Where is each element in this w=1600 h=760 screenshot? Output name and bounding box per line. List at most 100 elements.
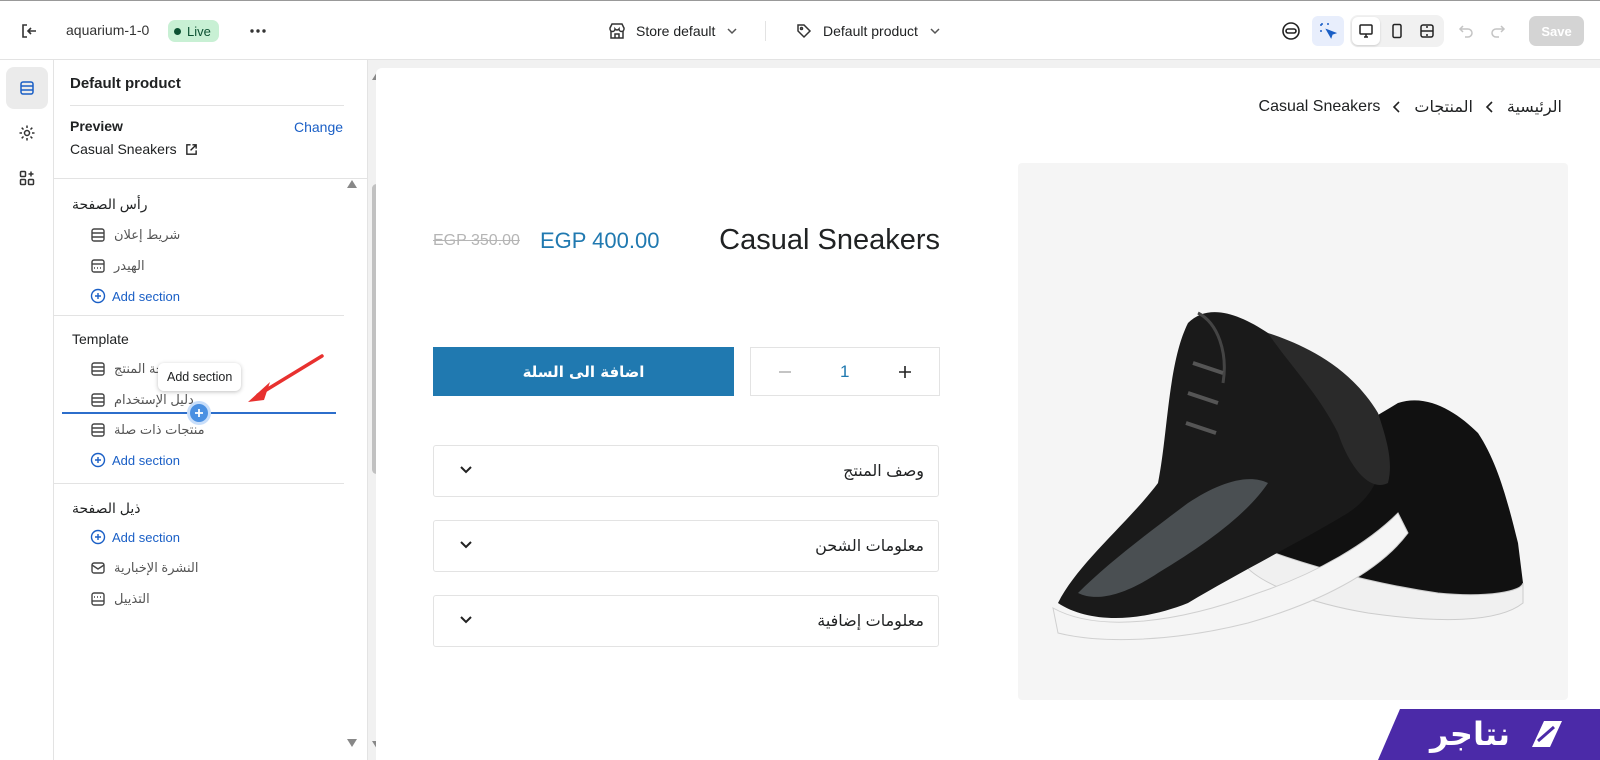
- add-section-button[interactable]: Add section: [90, 448, 180, 472]
- undo-icon[interactable]: [1456, 21, 1476, 41]
- section-item[interactable]: منتجات ذات صلة: [90, 418, 205, 442]
- store-select[interactable]: Store default: [608, 19, 739, 43]
- preview-label: Preview: [70, 118, 123, 134]
- live-label: Live: [187, 23, 211, 39]
- section-item-label: دليل الإستخدام: [114, 392, 194, 407]
- section-item-label: الهيدر: [114, 258, 145, 273]
- plus-circle-icon: [90, 288, 106, 304]
- template-group-title: Template: [72, 331, 129, 347]
- panel-scrollbar[interactable]: [346, 180, 358, 747]
- topbar-separator: [765, 21, 766, 41]
- section-item[interactable]: دليل الإستخدام: [90, 388, 194, 412]
- accordion-title: معلومات الشحن: [815, 538, 924, 555]
- section-item-label: النشرة الإخبارية: [114, 560, 199, 575]
- scroll-up-arrow-icon: [347, 180, 357, 188]
- store-icon: [608, 22, 626, 40]
- external-link-icon: [185, 142, 199, 156]
- section-item[interactable]: شريط إعلان: [90, 223, 180, 247]
- chevron-left-icon: [1390, 100, 1404, 114]
- redo-icon[interactable]: [1488, 21, 1508, 41]
- store-name: aquarium-1-0: [66, 22, 150, 38]
- accordion-title: وصف المنتج: [843, 463, 924, 480]
- sneaker-image-icon: [1052, 311, 1524, 641]
- exit-icon[interactable]: [18, 20, 40, 42]
- fullscreen-view-icon[interactable]: [1413, 17, 1441, 45]
- product-title: Casual Sneakers: [719, 224, 940, 256]
- add-section-button[interactable]: Add section: [90, 525, 180, 549]
- quantity-value[interactable]: 1: [840, 362, 849, 382]
- chevron-down-icon: [456, 610, 476, 630]
- sections-icon[interactable]: [6, 67, 48, 109]
- annotation-arrow: [248, 354, 324, 402]
- section-icon: [90, 422, 106, 438]
- chevron-down-icon: [456, 460, 476, 480]
- section-item[interactable]: التذييل: [90, 587, 150, 611]
- plus-icon[interactable]: [895, 362, 915, 382]
- newsletter-icon: [90, 560, 106, 576]
- settings-gear-icon[interactable]: [6, 112, 48, 154]
- ai-assistant-icon[interactable]: [1280, 20, 1302, 42]
- desktop-view-icon[interactable]: [1352, 17, 1380, 45]
- inspector-icon[interactable]: [1312, 16, 1344, 46]
- template-select[interactable]: Default product: [795, 19, 942, 43]
- scroll-down-arrow-icon: [347, 739, 357, 747]
- tag-icon: [795, 22, 813, 40]
- add-section-button[interactable]: Add section: [90, 284, 180, 308]
- template-select-label: Default product: [823, 23, 918, 39]
- plus-circle-icon: [90, 452, 106, 468]
- divider: [70, 105, 344, 106]
- divider: [54, 315, 344, 316]
- brand-logo-icon: [1530, 719, 1564, 749]
- minus-icon[interactable]: [775, 362, 795, 382]
- store-select-label: Store default: [636, 23, 716, 39]
- live-badge: Live: [168, 20, 219, 42]
- chevron-down-icon: [725, 24, 739, 38]
- section-item-label: منتجات ذات صلة: [114, 422, 205, 437]
- section-item[interactable]: الهيدر: [90, 254, 145, 278]
- section-item[interactable]: النشرة الإخبارية: [90, 556, 199, 580]
- insert-section-plus-icon[interactable]: [190, 404, 208, 422]
- divider: [54, 178, 368, 179]
- live-dot-icon: [174, 27, 181, 35]
- plus-circle-icon: [90, 529, 106, 545]
- left-rail: [0, 60, 54, 760]
- section-item-label: التذييل: [114, 591, 150, 606]
- chevron-down-icon: [928, 24, 942, 38]
- mobile-view-icon[interactable]: [1383, 17, 1411, 45]
- store-preview: الرئيسية المنتجات Casual Sneakers Casual…: [376, 68, 1600, 760]
- chevron-down-icon: [456, 535, 476, 555]
- section-item-label: شريط إعلان: [114, 227, 181, 242]
- breadcrumb-item[interactable]: الرئيسية: [1507, 97, 1562, 117]
- section-icon: [90, 392, 106, 408]
- breadcrumb: الرئيسية المنتجات Casual Sneakers: [1259, 97, 1562, 117]
- accordion-description[interactable]: وصف المنتج: [433, 445, 939, 497]
- top-bar: aquarium-1-0 Live Store default Default …: [0, 0, 1600, 60]
- accordion-additional-info[interactable]: معلومات إضافية: [433, 595, 939, 647]
- brand-logo-text: نتاجر: [1430, 715, 1511, 753]
- preview-product-label: Casual Sneakers: [70, 141, 177, 157]
- add-to-cart-button[interactable]: اضافة الى السلة: [433, 347, 734, 396]
- save-button[interactable]: Save: [1529, 16, 1584, 46]
- apps-icon[interactable]: [6, 157, 48, 199]
- footer-group-title: ذيل الصفحة: [72, 500, 141, 516]
- accordion-shipping[interactable]: معلومات الشحن: [433, 520, 939, 572]
- brand-watermark: نتاجر: [1378, 709, 1600, 760]
- add-section-label: Add section: [112, 288, 180, 304]
- add-section-label: Add section: [112, 452, 180, 468]
- chevron-left-icon: [1483, 100, 1497, 114]
- change-link[interactable]: Change: [294, 119, 343, 135]
- compare-price: EGP 350.00: [433, 232, 520, 249]
- header-group-title: رأس الصفحة: [72, 196, 148, 212]
- header-section-icon: [90, 258, 106, 274]
- more-options-icon[interactable]: [248, 21, 268, 41]
- breadcrumb-item[interactable]: المنتجات: [1414, 97, 1473, 117]
- footer-section-icon: [90, 591, 106, 607]
- section-icon: [90, 227, 106, 243]
- preview-product[interactable]: Casual Sneakers: [70, 141, 199, 157]
- section-icon: [90, 361, 106, 377]
- breadcrumb-item: Casual Sneakers: [1258, 98, 1381, 115]
- add-section-tooltip: Add section: [158, 363, 242, 391]
- add-section-label: Add section: [112, 529, 180, 545]
- product-image[interactable]: [1018, 163, 1568, 700]
- panel-title: Default product: [70, 75, 181, 92]
